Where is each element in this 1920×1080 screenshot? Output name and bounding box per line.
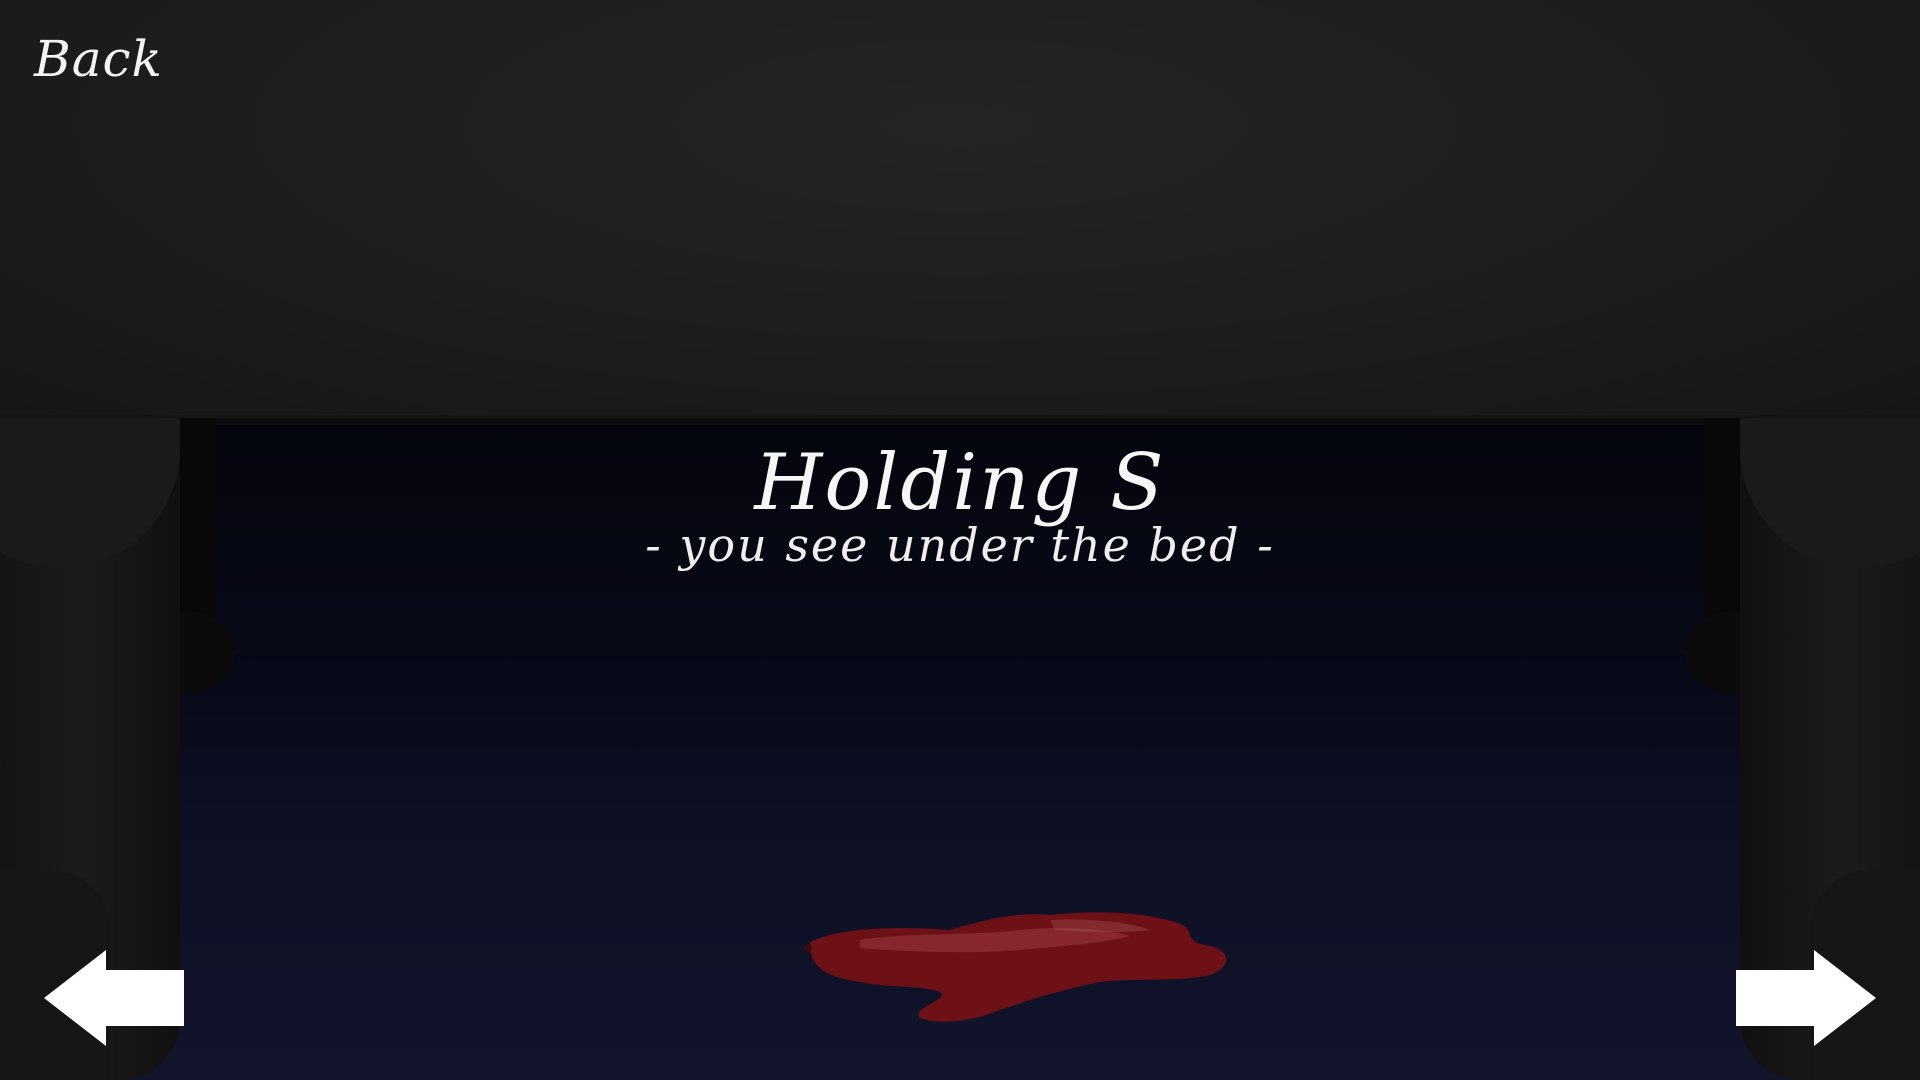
game-scene: Back Holding S - you see under the bed -	[0, 0, 1920, 1080]
bed-frame-top	[0, 0, 1920, 418]
blood-stain	[804, 912, 1227, 1022]
bed-underside-edge	[0, 415, 1920, 425]
scene-subtitle: - you see under the bed -	[645, 518, 1275, 572]
arrow-left-icon[interactable]	[44, 950, 184, 1046]
back-button[interactable]: Back	[34, 30, 163, 88]
scene-title: Holding S	[754, 438, 1166, 528]
arrow-right-icon[interactable]	[1736, 950, 1876, 1046]
